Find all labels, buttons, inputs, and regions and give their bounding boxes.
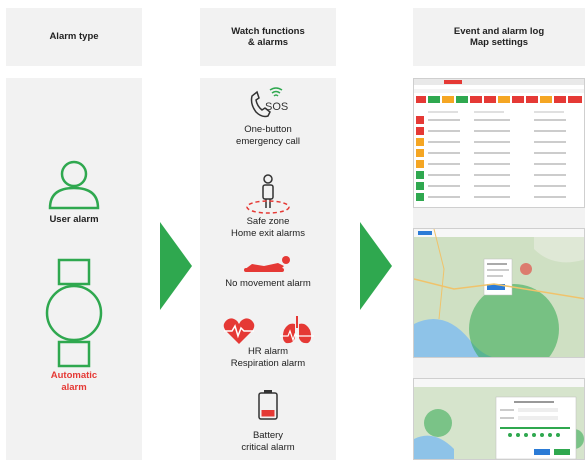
header-alarm-type-label: Alarm type — [49, 31, 99, 43]
watch-icon — [45, 258, 103, 368]
map-screenshot — [413, 228, 585, 358]
sos-badge: SOS — [265, 101, 288, 113]
user-alarm-label: User alarm — [49, 214, 99, 225]
no-movement-label: No movement alarm — [225, 278, 311, 289]
user-icon — [48, 160, 100, 210]
lying-person-icon — [244, 256, 290, 272]
automatic-alarm-label: Automatic alarm — [50, 370, 98, 393]
arrow-right-2 — [360, 222, 392, 310]
header-event-log-label: Event and alarm log Map settings — [453, 25, 545, 48]
hr-resp-label: HR alarm Respiration alarm — [230, 346, 306, 369]
header-watch-functions-label: Watch functions & alarms — [231, 25, 305, 48]
event-log-screenshot — [413, 78, 585, 208]
safe-zone-label: Safe zone Home exit alarms — [231, 216, 305, 239]
lungs-icon — [280, 316, 314, 344]
map-settings-screenshot — [413, 378, 585, 460]
alarm-type-panel: User alarm Automatic alarm — [6, 78, 142, 460]
header-alarm-type: Alarm type — [6, 8, 142, 66]
battery-icon — [258, 390, 278, 420]
heart-icon — [223, 318, 255, 344]
watch-functions-panel: SOS One-button emergency call Safe zone … — [200, 78, 336, 460]
header-event-log: Event and alarm log Map settings — [413, 8, 585, 66]
sos-icon: SOS — [250, 87, 288, 118]
arrow-right-1 — [160, 222, 192, 310]
person-zone-icon — [246, 174, 290, 214]
battery-label: Battery critical alarm — [241, 430, 295, 453]
header-watch-functions: Watch functions & alarms — [200, 8, 336, 66]
emergency-label: One-button emergency call — [236, 124, 300, 147]
